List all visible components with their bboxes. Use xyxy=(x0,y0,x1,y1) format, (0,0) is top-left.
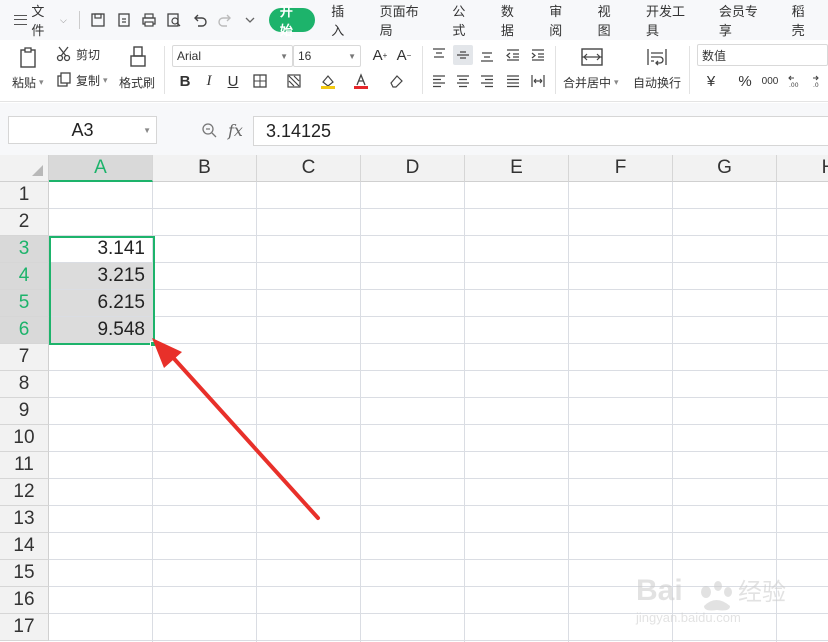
svg-text:Bai: Bai xyxy=(636,574,683,607)
svg-text:经验: 经验 xyxy=(738,578,786,606)
baidu-watermark-logo: Bai 经验 jingyan.baidu.com xyxy=(635,574,786,625)
annotation-arrow xyxy=(152,338,320,520)
svg-text:jingyan.baidu.com: jingyan.baidu.com xyxy=(635,610,741,625)
